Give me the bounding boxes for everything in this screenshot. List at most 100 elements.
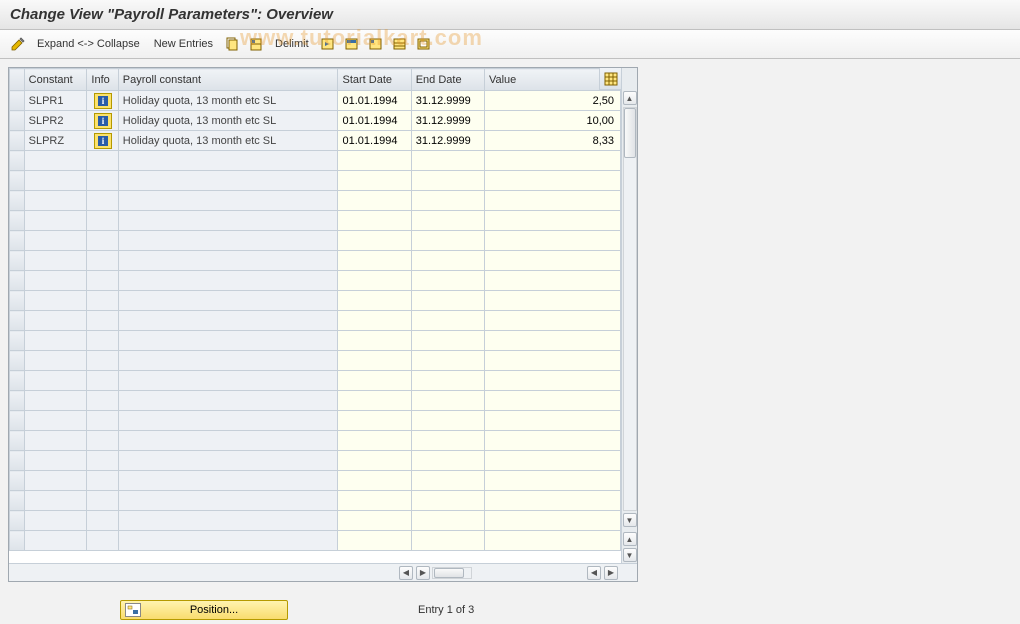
cell-value[interactable] (484, 171, 620, 191)
cell-start-date[interactable] (338, 371, 411, 391)
delete-icon[interactable] (247, 35, 265, 53)
cell-start-date[interactable] (338, 411, 411, 431)
col-payroll-constant[interactable]: Payroll constant (118, 69, 338, 91)
table-config-icon[interactable] (599, 68, 621, 90)
cell-start-date[interactable] (338, 211, 411, 231)
table-row-empty[interactable] (10, 511, 621, 531)
row-selector[interactable] (10, 171, 25, 191)
cell-info[interactable]: i (87, 111, 118, 131)
cell-end-date[interactable] (411, 191, 484, 211)
cell-value[interactable] (484, 211, 620, 231)
table-row-empty[interactable] (10, 431, 621, 451)
cell-start-date[interactable] (338, 431, 411, 451)
cell-start-date[interactable]: 01.01.1994 (338, 131, 411, 151)
info-icon[interactable]: i (94, 93, 112, 109)
cell-end-date[interactable]: 31.12.9999 (411, 131, 484, 151)
cell-end-date[interactable] (411, 511, 484, 531)
table-row-empty[interactable] (10, 351, 621, 371)
table-row-empty[interactable] (10, 451, 621, 471)
col-info[interactable]: Info (87, 69, 118, 91)
cell-end-date[interactable] (411, 431, 484, 451)
row-selector[interactable] (10, 511, 25, 531)
cell-start-date[interactable] (338, 351, 411, 371)
table-row-empty[interactable] (10, 231, 621, 251)
cell-end-date[interactable] (411, 151, 484, 171)
select-all-icon[interactable] (343, 35, 361, 53)
row-selector[interactable] (10, 291, 25, 311)
cell-value[interactable] (484, 371, 620, 391)
cell-end-date[interactable] (411, 411, 484, 431)
cell-end-date[interactable] (411, 351, 484, 371)
table-row-empty[interactable] (10, 271, 621, 291)
cell-start-date[interactable] (338, 231, 411, 251)
cell-value[interactable] (484, 411, 620, 431)
cell-start-date[interactable] (338, 311, 411, 331)
row-selector[interactable] (10, 111, 25, 131)
cell-value[interactable] (484, 191, 620, 211)
cell-value[interactable] (484, 511, 620, 531)
cell-value[interactable]: 8,33 (484, 131, 620, 151)
cell-end-date[interactable] (411, 331, 484, 351)
vertical-scrollbar[interactable]: ▲ ▼ ▲ ▼ (621, 68, 637, 563)
cell-start-date[interactable] (338, 491, 411, 511)
edit-icon[interactable] (9, 35, 27, 53)
row-selector[interactable] (10, 211, 25, 231)
print-icon[interactable] (415, 35, 433, 53)
select-all-corner[interactable] (10, 69, 25, 91)
row-selector[interactable] (10, 491, 25, 511)
cell-value[interactable] (484, 251, 620, 271)
cell-end-date[interactable] (411, 471, 484, 491)
cell-value[interactable] (484, 331, 620, 351)
cell-value[interactable] (484, 491, 620, 511)
cell-value[interactable] (484, 431, 620, 451)
cell-value[interactable] (484, 311, 620, 331)
cell-value[interactable]: 2,50 (484, 91, 620, 111)
info-icon[interactable]: i (94, 133, 112, 149)
row-selector[interactable] (10, 371, 25, 391)
cell-value[interactable] (484, 231, 620, 251)
col-constant[interactable]: Constant (24, 69, 87, 91)
expand-collapse-button[interactable]: Expand <-> Collapse (32, 36, 145, 52)
position-button[interactable]: Position... (120, 600, 288, 620)
cell-end-date[interactable] (411, 491, 484, 511)
row-selector[interactable] (10, 431, 25, 451)
cell-start-date[interactable] (338, 451, 411, 471)
cell-start-date[interactable] (338, 531, 411, 551)
cell-end-date[interactable] (411, 251, 484, 271)
table-row-empty[interactable] (10, 531, 621, 551)
cell-end-date[interactable] (411, 291, 484, 311)
table-row-empty[interactable] (10, 411, 621, 431)
cell-value[interactable]: 10,00 (484, 111, 620, 131)
delimit-button[interactable]: Delimit (270, 36, 314, 52)
table-row-empty[interactable] (10, 471, 621, 491)
scroll-top-icon[interactable]: ▲ (623, 532, 637, 546)
cell-value[interactable] (484, 291, 620, 311)
row-selector[interactable] (10, 91, 25, 111)
cell-end-date[interactable] (411, 531, 484, 551)
row-selector[interactable] (10, 391, 25, 411)
row-selector[interactable] (10, 451, 25, 471)
cell-value[interactable] (484, 471, 620, 491)
cell-start-date[interactable] (338, 391, 411, 411)
hscroll-left-icon[interactable]: ◀ (399, 566, 413, 580)
cell-start-date[interactable]: 01.01.1994 (338, 91, 411, 111)
col-end-date[interactable]: End Date (411, 69, 484, 91)
cell-end-date[interactable] (411, 311, 484, 331)
col-start-date[interactable]: Start Date (338, 69, 411, 91)
row-selector[interactable] (10, 331, 25, 351)
cell-start-date[interactable]: 01.01.1994 (338, 111, 411, 131)
cell-info[interactable]: i (87, 91, 118, 111)
table-row[interactable]: SLPR1iHoliday quota, 13 month etc SL01.0… (10, 91, 621, 111)
scroll-bottom-icon[interactable]: ▼ (623, 548, 637, 562)
table-row-empty[interactable] (10, 371, 621, 391)
row-selector[interactable] (10, 231, 25, 251)
cell-start-date[interactable] (338, 151, 411, 171)
hscroll-left2-icon[interactable]: ◀ (587, 566, 601, 580)
table-row-empty[interactable] (10, 211, 621, 231)
row-selector[interactable] (10, 471, 25, 491)
row-selector[interactable] (10, 191, 25, 211)
row-selector[interactable] (10, 251, 25, 271)
cell-info[interactable]: i (87, 131, 118, 151)
cell-start-date[interactable] (338, 291, 411, 311)
table-row-empty[interactable] (10, 191, 621, 211)
